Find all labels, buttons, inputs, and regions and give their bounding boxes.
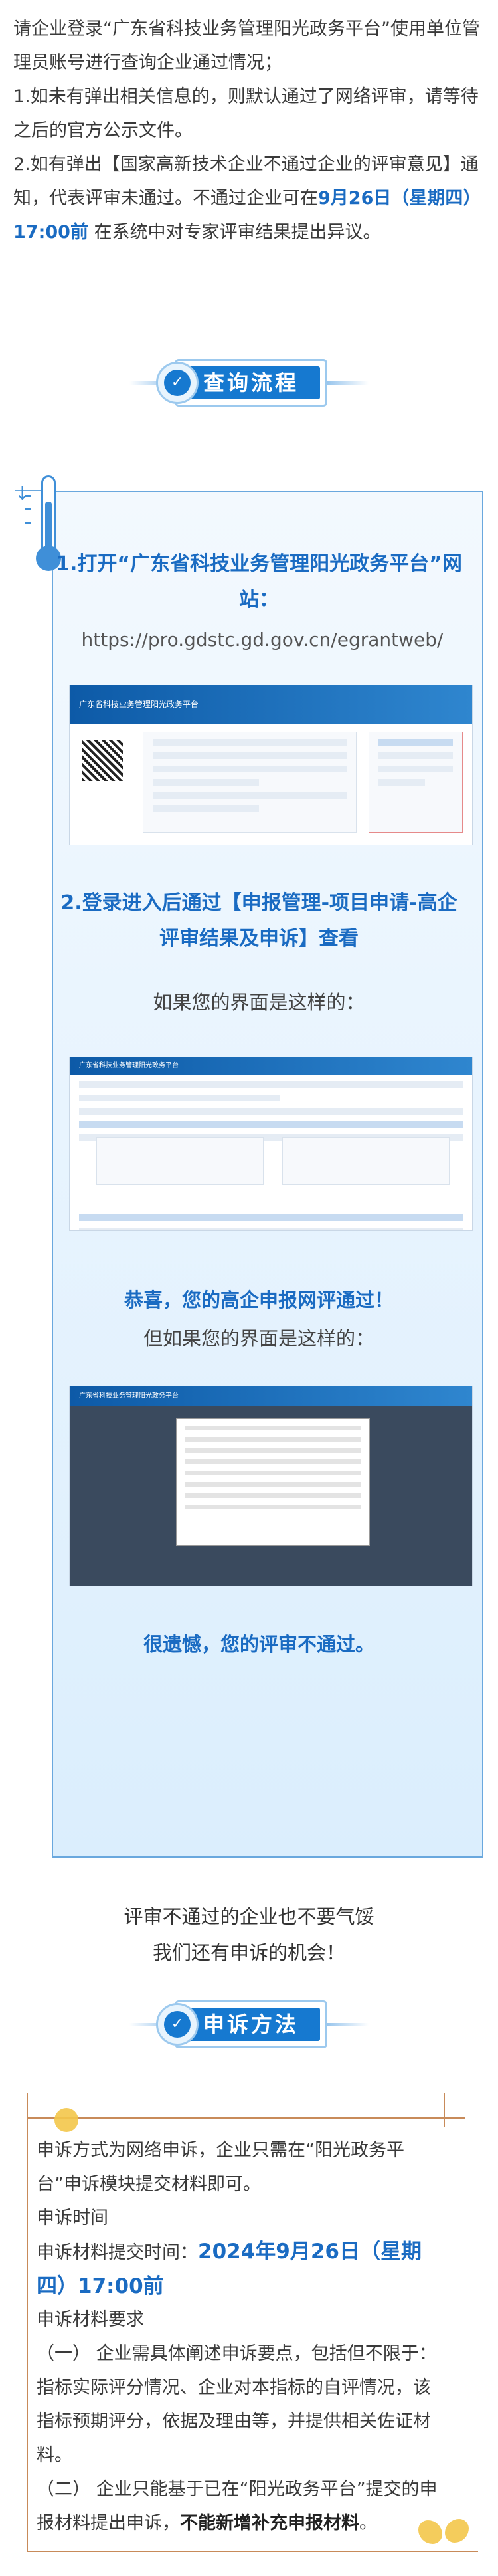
intro-paragraph-1: 请企业登录“广东省科技业务管理阳光政务平台”使用单位管理员账号进行查询企业通过情… — [13, 19, 480, 73]
appeal-req-label: 申诉材料要求 — [37, 2309, 144, 2330]
fail-message: 很遗憾，您的评审不通过。 — [143, 1633, 374, 1656]
submit-label: 申诉材料提交时间： — [37, 2242, 198, 2263]
header-badge-icon-2: ✓ — [156, 2003, 199, 2046]
flower-icon — [54, 2108, 78, 2132]
login-panel — [369, 732, 463, 833]
appeal-frame-bottom — [27, 2551, 478, 2552]
screenshot2-header: 广东省科技业务管理阳光政务平台 — [70, 1057, 472, 1075]
fail-result-screenshot: 广东省科技业务管理阳光政务平台 — [69, 1386, 473, 1586]
if-like-this-text: 如果您的界面是这样的： — [153, 991, 365, 1014]
article-page: 请企业登录“广东省科技业务管理阳光政务平台”使用单位管理员账号进行查询企业通过情… — [0, 0, 498, 2576]
intro-paragraph-2: 1.如未有弹出相关信息的，则默认通过了网络评审，请等待之后的官方公示文件。 — [13, 86, 479, 141]
result-info-panel — [96, 1137, 264, 1185]
pass-result-screenshot: 广东省科技业务管理阳光政务平台 — [69, 1057, 473, 1231]
req2-emphasis: 不能新增补充申报材料 — [180, 2513, 359, 2533]
notice-list-panel — [143, 732, 357, 833]
appeal-frame-corner — [444, 2093, 445, 2127]
appeal-section-header: 申诉方法 ✓ — [129, 2000, 369, 2050]
pass-message: 恭喜，您的高企申报网评通过！ — [124, 1289, 394, 1311]
step1-title: 1.打开“广东省科技业务管理阳光政务平台”网站： — [56, 552, 462, 611]
appeal-section-title: 申诉方法 — [182, 2008, 320, 2041]
step2-title: 2.登录进入后通过【申报管理-项目申请-高企评审结果及申诉】查看 — [60, 891, 457, 950]
closing-line-1: 评审不通过的企业也不要气馁 — [124, 1905, 374, 1928]
intro-paragraph-3: 2.如有弹出【国家高新技术企业不通过企业的评审意见】通知，代表评审未通过。不通过… — [13, 148, 485, 249]
closing-line-2: 我们还有申诉的机会！ — [152, 1941, 345, 1964]
login-page-screenshot: 广东省科技业务管理阳光政务平台 — [69, 685, 473, 845]
intro-text: 请企业登录“广东省科技业务管理阳光政务平台”使用单位管理员账号进行查询企业通过情… — [13, 12, 485, 249]
req2-tail: 。 — [359, 2513, 377, 2533]
screenshot3-header: 广东省科技业务管理阳光政务平台 — [70, 1386, 472, 1406]
appeal-frame-top — [27, 2117, 465, 2119]
appeal-submit-time: 申诉材料提交时间：2024年9月26日（星期四）17:00前 — [37, 2235, 448, 2304]
query-section-header: 查询流程 ✓ — [129, 359, 369, 408]
platform-url-link[interactable]: https://pro.gdstc.gd.gov.cn/egrantweb/ — [53, 629, 471, 651]
but-if-text: 但如果您的界面是这样的： — [143, 1327, 374, 1350]
qr-code-icon — [82, 740, 123, 781]
header-badge-icon: ✓ — [156, 362, 199, 404]
appeal-req-1: （一） 企业需具体阐述申诉要点，包括但不限于：指标实际评分情况、企业对本指标的自… — [37, 2343, 437, 2466]
screenshot1-header: 广东省科技业务管理阳光政务平台 — [70, 685, 472, 724]
appeal-frame-left — [27, 2093, 28, 2552]
query-section-title: 查询流程 — [182, 366, 320, 399]
intro-p3-tail: 在系统中对专家评审结果提出异议。 — [88, 222, 381, 243]
result-info-panel-2 — [282, 1137, 450, 1185]
appeal-req-2: （二） 企业只能基于已在“阳光政务平台”提交的申报材料提出申诉，不能新增补充申报… — [37, 2472, 448, 2540]
fail-notice-modal — [176, 1418, 370, 1546]
down-arrow-icon: ↓ — [15, 483, 31, 504]
appeal-time-label: 申诉时间 — [37, 2208, 108, 2228]
leaf-icon-2 — [445, 2519, 469, 2543]
appeal-method-text: 申诉方式为网络申诉，企业只需在“阳光政务平台”申诉模块提交材料即可。 — [37, 2140, 404, 2195]
